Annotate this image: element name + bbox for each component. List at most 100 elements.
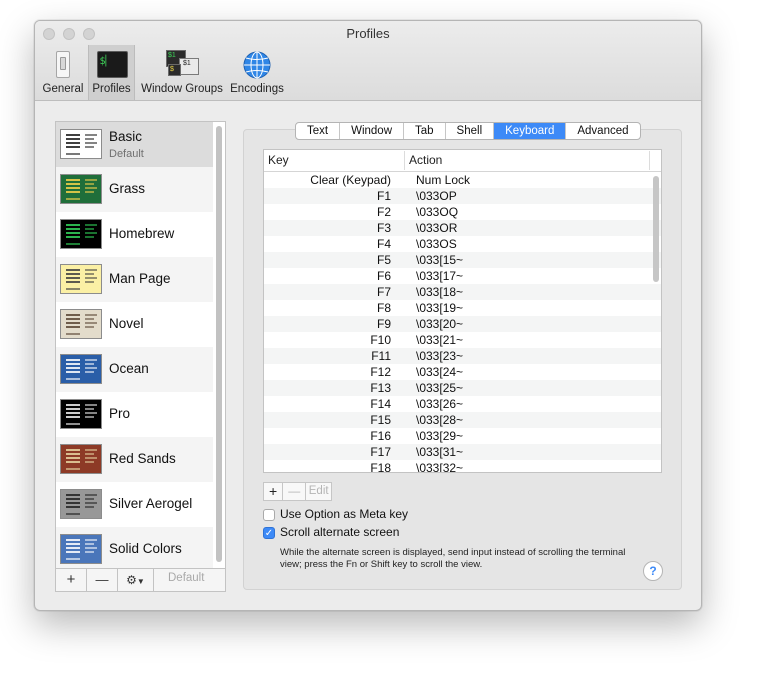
profiles-scrollbar[interactable] — [216, 126, 222, 562]
profile-name: Grass — [109, 181, 146, 196]
table-row[interactable]: Clear (Keypad) Num Lock — [264, 172, 661, 188]
key-cell: F18 — [370, 461, 391, 473]
meta-key-label: Use Option as Meta key — [280, 507, 409, 521]
key-cell: F17 — [370, 445, 391, 459]
remove-profile-button[interactable]: — — [87, 569, 118, 591]
tab-window[interactable]: Window — [340, 123, 404, 139]
key-mappings-table: Key Action Clear (Keypad) Num Lock F1 \033O… — [263, 149, 662, 473]
profile-item-homebrew[interactable]: Homebrew — [56, 212, 213, 257]
table-row[interactable]: F18 \033[32~ — [264, 460, 661, 473]
toolbar-label: Encodings — [230, 83, 284, 95]
profile-name: Pro — [109, 406, 131, 421]
profile-item-grass[interactable]: Grass — [56, 167, 213, 212]
table-row[interactable]: F11 \033[23~ — [264, 348, 661, 364]
profiles-window: Profiles General $▏ Profiles $1 $1 $ Win… — [34, 20, 702, 611]
scroll-alternate-checkbox[interactable]: ✓ — [263, 527, 275, 539]
tab-keyboard[interactable]: Keyboard — [494, 123, 567, 139]
action-cell: \033OS — [416, 237, 457, 251]
key-cell: F15 — [370, 413, 391, 427]
action-cell: \033[15~ — [416, 253, 464, 267]
action-cell: \033[20~ — [416, 317, 464, 331]
window-groups-icon: $1 $1 $ — [166, 50, 199, 80]
table-row[interactable]: F5 \033[15~ — [264, 252, 661, 268]
table-row[interactable]: F17 \033[31~ — [264, 444, 661, 460]
key-cell: Clear (Keypad) — [310, 173, 391, 187]
column-key[interactable]: Key — [268, 153, 289, 167]
table-row[interactable]: F6 \033[17~ — [264, 268, 661, 284]
profile-actions-menu[interactable]: ⚙▼ — [118, 569, 154, 591]
add-key-button[interactable]: + — [264, 483, 284, 500]
action-cell: \033[26~ — [416, 397, 464, 411]
table-row[interactable]: F3 \033OR — [264, 220, 661, 236]
profile-name: Novel — [109, 316, 144, 331]
tab-tab[interactable]: Tab — [404, 123, 446, 139]
profile-name: Basic — [109, 129, 143, 144]
table-row[interactable]: F8 \033[19~ — [264, 300, 661, 316]
column-action[interactable]: Action — [409, 153, 442, 167]
scroll-alternate-label: Scroll alternate screen — [280, 525, 400, 539]
profile-thumbnail — [60, 534, 102, 564]
profile-item-pro[interactable]: Pro — [56, 392, 213, 437]
profiles-list: Basic Default Grass Homebrew Man Page Novel Oc… — [55, 121, 226, 592]
tab-text[interactable]: Text — [296, 123, 341, 139]
toolbar-general[interactable]: General — [39, 45, 87, 100]
table-row[interactable]: F14 \033[26~ — [264, 396, 661, 412]
meta-key-checkbox[interactable] — [263, 509, 275, 521]
tab-shell[interactable]: Shell — [446, 123, 495, 139]
profile-item-solid-colors[interactable]: Solid Colors — [56, 527, 213, 572]
key-cell: F13 — [370, 381, 391, 395]
table-row[interactable]: F15 \033[28~ — [264, 412, 661, 428]
add-profile-button[interactable]: + — [56, 569, 87, 591]
table-row[interactable]: F16 \033[29~ — [264, 428, 661, 444]
profile-item-basic[interactable]: Basic Default — [56, 122, 213, 167]
edit-key-button[interactable]: Edit — [306, 483, 331, 500]
action-cell: \033[19~ — [416, 301, 464, 315]
default-button[interactable]: Default — [168, 572, 204, 584]
key-cell: F6 — [376, 269, 391, 283]
key-cell: F2 — [376, 205, 391, 219]
table-row[interactable]: F1 \033OP — [264, 188, 661, 204]
table-row[interactable]: F9 \033[20~ — [264, 316, 661, 332]
key-cell: F3 — [376, 221, 391, 235]
profile-subtitle: Default — [109, 148, 144, 160]
action-cell: \033[24~ — [416, 365, 464, 379]
table-row[interactable]: F10 \033[21~ — [264, 332, 661, 348]
table-header: Key Action — [264, 150, 661, 172]
profile-item-ocean[interactable]: Ocean — [56, 347, 213, 392]
profiles-list-footer: + — ⚙▼ Default — [56, 568, 225, 591]
table-scrollbar[interactable] — [653, 176, 659, 282]
profile-item-silver-aerogel[interactable]: Silver Aerogel — [56, 482, 213, 527]
action-cell: Num Lock — [416, 173, 471, 187]
profile-name: Solid Colors — [109, 541, 182, 556]
toolbar-label: General — [42, 83, 84, 95]
profile-item-red-sands[interactable]: Red Sands — [56, 437, 213, 482]
toolbar-window-groups[interactable]: $1 $1 $ Window Groups — [138, 45, 226, 100]
profile-thumbnail — [60, 489, 102, 519]
table-row[interactable]: F12 \033[24~ — [264, 364, 661, 380]
light-switch-icon — [47, 50, 79, 80]
action-cell: \033[31~ — [416, 445, 464, 459]
key-cell: F4 — [376, 237, 391, 251]
table-controls: + — Edit — [263, 482, 333, 501]
tab-advanced[interactable]: Advanced — [566, 123, 639, 139]
action-cell: \033[32~ — [416, 461, 464, 473]
help-button[interactable]: ? — [643, 561, 663, 581]
table-row[interactable]: F7 \033[18~ — [264, 284, 661, 300]
profile-thumbnail — [60, 399, 102, 429]
profile-item-novel[interactable]: Novel — [56, 302, 213, 347]
table-row[interactable]: F13 \033[25~ — [264, 380, 661, 396]
action-cell: \033[18~ — [416, 285, 464, 299]
remove-key-button[interactable]: — — [283, 483, 307, 500]
profile-name: Man Page — [109, 271, 171, 286]
table-row[interactable]: F2 \033OQ — [264, 204, 661, 220]
key-cell: F16 — [370, 429, 391, 443]
profile-item-man-page[interactable]: Man Page — [56, 257, 213, 302]
chevron-down-icon: ▼ — [136, 577, 145, 586]
profile-name: Homebrew — [109, 226, 175, 241]
profile-thumbnail — [60, 264, 102, 294]
toolbar-encodings[interactable]: Encodings — [227, 45, 287, 100]
profile-name: Red Sands — [109, 451, 176, 466]
toolbar-profiles[interactable]: $▏ Profiles — [88, 45, 135, 100]
window-title: Profiles — [346, 26, 390, 41]
table-row[interactable]: F4 \033OS — [264, 236, 661, 252]
